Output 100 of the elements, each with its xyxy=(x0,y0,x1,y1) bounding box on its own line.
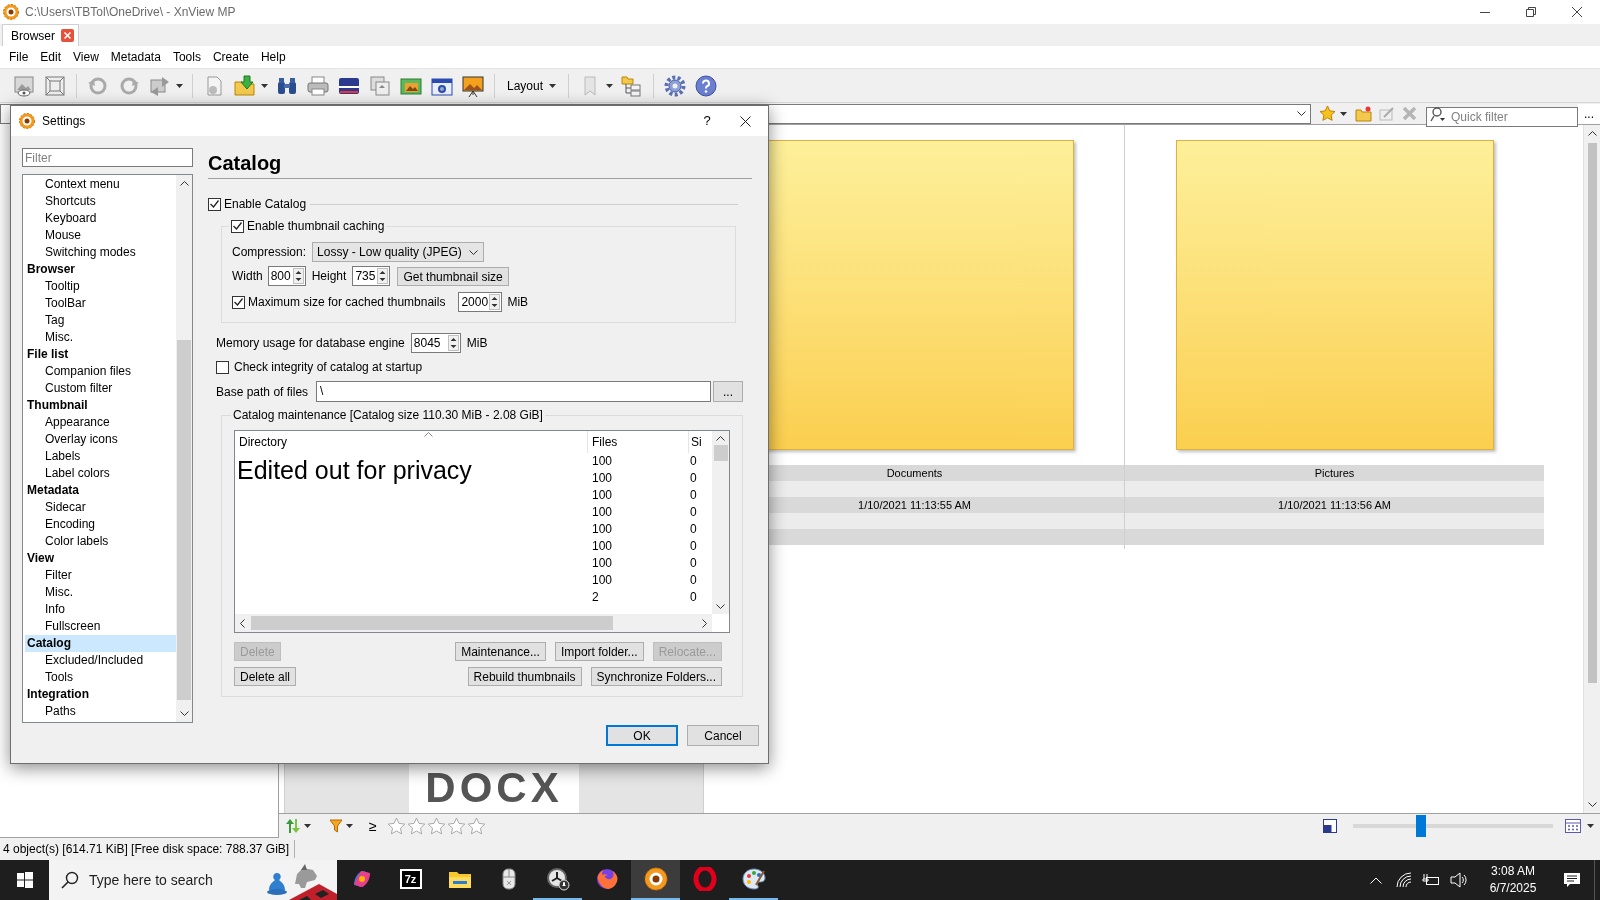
scrollbar[interactable] xyxy=(176,175,192,722)
help-icon[interactable] xyxy=(694,73,719,98)
search-icon[interactable] xyxy=(1430,105,1447,122)
filter-icon[interactable] xyxy=(329,818,343,834)
scroll-up-icon[interactable] xyxy=(179,181,189,186)
menu-item[interactable]: View xyxy=(67,48,105,66)
scroll-down-icon[interactable] xyxy=(179,711,189,716)
number-field[interactable]: 8045 xyxy=(410,333,461,353)
button[interactable]: ... xyxy=(713,381,743,402)
scroll-thumb[interactable] xyxy=(251,616,613,630)
tree-item[interactable]: Misc. xyxy=(25,329,176,346)
tree-item[interactable]: Encoding xyxy=(25,516,176,533)
tree-item[interactable]: Sidecar xyxy=(25,499,176,516)
tree-item[interactable]: Color labels xyxy=(25,533,176,550)
help-button[interactable]: ? xyxy=(692,106,722,136)
star-icon[interactable] xyxy=(1319,105,1337,122)
menu-item[interactable]: Help xyxy=(254,48,292,66)
layout-button[interactable]: Layout xyxy=(504,76,560,95)
scroll-thumb[interactable] xyxy=(1587,143,1597,683)
column-header[interactable]: Directory xyxy=(235,431,287,453)
menu-item[interactable]: Edit xyxy=(34,48,68,66)
quick-filter-field[interactable]: Quick filter xyxy=(1426,106,1579,127)
tree-item[interactable]: Integration xyxy=(25,686,176,703)
tree-item[interactable]: Appearance xyxy=(25,414,176,431)
tree-item[interactable]: Excluded/Included xyxy=(25,652,176,669)
tree-item[interactable]: Custom filter xyxy=(25,380,176,397)
tree-item[interactable]: File list xyxy=(25,346,176,363)
tree-item[interactable]: Shortcuts xyxy=(25,193,176,210)
settings-icon[interactable] xyxy=(663,73,688,98)
scroll-right-icon[interactable] xyxy=(702,618,707,628)
button[interactable]: Delete all xyxy=(234,667,297,686)
tree-item[interactable]: Label colors xyxy=(25,465,176,482)
number-field[interactable]: 735 xyxy=(352,266,391,286)
button[interactable]: Maintenance... xyxy=(455,642,546,661)
caret-icon[interactable] xyxy=(1587,824,1594,828)
caret-icon[interactable] xyxy=(606,83,614,88)
tree-item[interactable]: Tools xyxy=(25,669,176,686)
tree-item[interactable]: Context menu xyxy=(25,176,176,193)
volume-icon[interactable] xyxy=(1450,872,1468,888)
tree-item[interactable]: Companion files xyxy=(25,363,176,380)
tree-item[interactable]: Tooltip xyxy=(25,278,176,295)
caret-icon[interactable] xyxy=(176,83,183,88)
scrollbar[interactable] xyxy=(1583,125,1600,813)
tree-item[interactable]: Metadata xyxy=(25,482,176,499)
menu-item[interactable]: Tools xyxy=(166,48,207,66)
tree-item[interactable]: Fullscreen xyxy=(25,618,176,635)
tree-item[interactable]: Catalog xyxy=(25,635,176,652)
ok-button[interactable]: OK xyxy=(606,725,678,746)
menu-item[interactable]: Metadata xyxy=(104,48,167,66)
tree-item[interactable]: Misc. xyxy=(25,584,176,601)
checkbox[interactable] xyxy=(231,219,244,233)
taskbar-button[interactable] xyxy=(631,860,680,900)
button[interactable]: Import folder... xyxy=(554,642,644,661)
tree-item[interactable]: Labels xyxy=(25,448,176,465)
tree-item[interactable]: Info xyxy=(25,601,176,618)
thumbnail-size-icon[interactable] xyxy=(1323,819,1337,833)
scroll-up-icon[interactable] xyxy=(716,436,725,441)
spin-arrows-icon[interactable] xyxy=(377,268,389,284)
button[interactable]: Synchronize Folders... xyxy=(590,667,722,686)
tree-item[interactable]: Keyboard xyxy=(25,210,176,227)
clock-time[interactable]: 3:08 AM xyxy=(1491,863,1535,880)
network-icon[interactable] xyxy=(1396,872,1412,888)
slider-thumb[interactable] xyxy=(1416,815,1426,837)
caret-icon[interactable] xyxy=(1340,111,1348,116)
scroll-thumb[interactable] xyxy=(177,340,191,700)
tree-item[interactable]: ToolBar xyxy=(25,295,176,312)
checkbox[interactable] xyxy=(216,360,229,374)
scroll-down-icon[interactable] xyxy=(1587,802,1597,807)
close-tab-icon[interactable] xyxy=(61,29,74,42)
scroll-left-icon[interactable] xyxy=(240,618,245,628)
scroll-down-icon[interactable] xyxy=(716,604,725,609)
sort-indicator-icon[interactable] xyxy=(424,432,433,437)
caret-icon[interactable] xyxy=(346,824,353,828)
scroll-thumb[interactable] xyxy=(713,445,728,461)
tree-item[interactable]: Mouse xyxy=(25,227,176,244)
tab[interactable]: Browser xyxy=(2,24,79,46)
folder-thumbnail[interactable] xyxy=(1175,140,1494,450)
button[interactable]: Rebuild thumbnails xyxy=(467,667,582,686)
fullscreen-icon[interactable] xyxy=(43,73,67,98)
number-field[interactable]: 800 xyxy=(267,266,306,286)
scrollbar[interactable] xyxy=(235,614,712,632)
menu-item[interactable]: Create xyxy=(206,48,255,66)
spin-arrows-icon[interactable] xyxy=(447,335,459,351)
base-path-field[interactable]: \ xyxy=(316,381,711,402)
image-view-icon[interactable] xyxy=(12,73,36,98)
spin-arrows-icon[interactable] xyxy=(489,294,501,310)
column-header[interactable]: Files xyxy=(587,431,688,453)
tree-item[interactable]: Overlay icons xyxy=(25,431,176,448)
compression-dropdown[interactable]: Lossy - Low quality (JPEG) xyxy=(312,242,485,262)
tree-item[interactable]: Thumbnail xyxy=(25,397,176,414)
caret-icon[interactable] xyxy=(304,824,311,828)
checkbox[interactable] xyxy=(208,197,221,211)
printer-icon[interactable] xyxy=(306,73,330,98)
button[interactable]: Get thumbnail size xyxy=(397,266,509,286)
battery-icon[interactable] xyxy=(1422,873,1440,887)
new-folder-icon[interactable] xyxy=(1355,105,1373,122)
number-field[interactable]: 2000 xyxy=(458,292,503,312)
chevron-up-icon[interactable] xyxy=(1370,876,1382,884)
more-button[interactable]: ... xyxy=(1578,103,1600,124)
search-box[interactable]: Type here to search xyxy=(49,860,337,900)
